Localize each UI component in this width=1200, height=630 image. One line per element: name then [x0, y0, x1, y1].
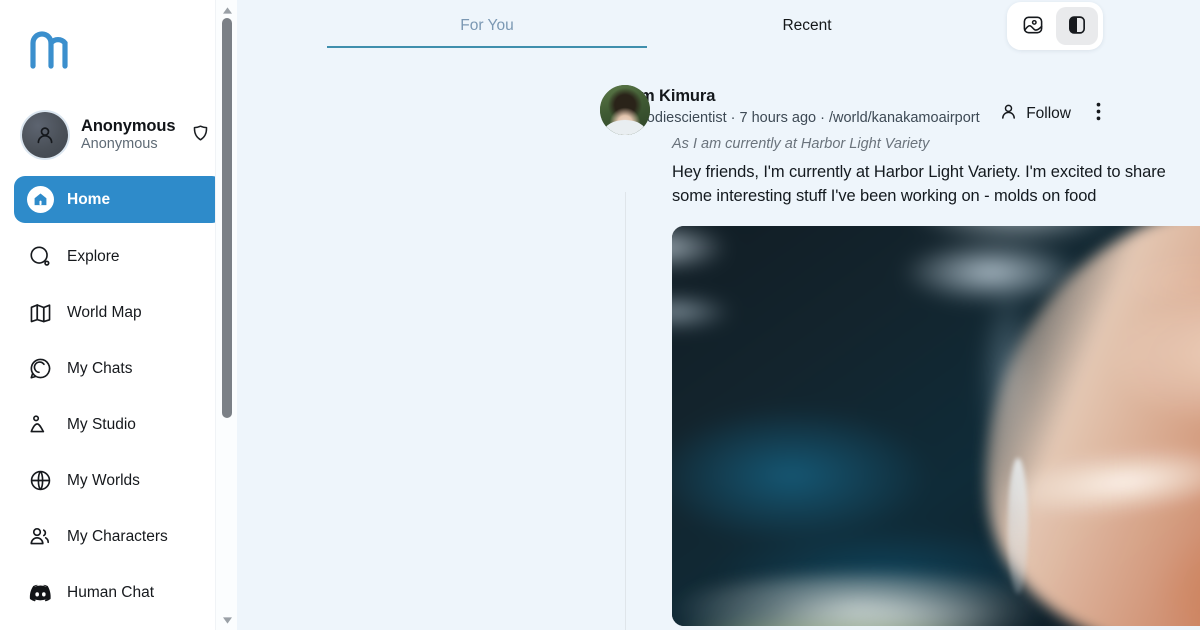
profile-name: Anonymous: [81, 117, 176, 136]
main-content: For You Recent Sam Kimura @foodiescienti…: [237, 0, 1200, 630]
sidebar-scrollbar[interactable]: [215, 0, 237, 630]
discord-icon: [26, 579, 54, 607]
sidebar-item-world-map[interactable]: World Map: [14, 290, 223, 335]
sidebar-item-label: My Characters: [67, 527, 168, 545]
chat-bubble-icon: [26, 355, 54, 383]
person-avatar-icon: [37, 127, 53, 144]
sidebar-item-human-chat[interactable]: Human Chat: [14, 570, 223, 615]
image-icon: [26, 411, 54, 439]
tab-recent[interactable]: Recent: [647, 0, 967, 48]
users-icon: [26, 523, 54, 551]
sidebar-item-home[interactable]: Home: [14, 176, 223, 223]
sidebar-item-label: Home: [67, 190, 111, 208]
sidebar-item-my-chats[interactable]: My Chats: [14, 346, 223, 391]
brand-logo[interactable]: [0, 0, 237, 96]
scroll-up-arrow[interactable]: [216, 2, 237, 18]
sidebar-item-my-studio[interactable]: My Studio: [14, 402, 223, 447]
sidebar-item-my-worlds[interactable]: My Worlds: [14, 458, 223, 503]
shield-icon[interactable]: [192, 124, 209, 147]
post-quote: As I am currently at Harbor Light Variet…: [672, 135, 930, 152]
post-media[interactable]: [672, 226, 1200, 627]
sidebar-item-label: My Worlds: [67, 471, 140, 489]
post-meta: @foodiescientist · 7 hours ago · /world/…: [620, 110, 980, 127]
tab-label: For You: [460, 17, 514, 34]
split-view-button[interactable]: [1056, 7, 1098, 45]
profile-summary[interactable]: Anonymous Anonymous: [0, 104, 237, 166]
home-icon: [26, 186, 54, 214]
image-view-button[interactable]: [1012, 7, 1054, 45]
sidebar-item-label: My Studio: [67, 415, 136, 433]
post-text: Hey friends, I'm currently at Harbor Lig…: [672, 162, 1166, 206]
post-actions: Follow: [999, 100, 1106, 128]
follow-button[interactable]: Follow: [999, 102, 1071, 126]
view-toggle-group: [1007, 2, 1103, 50]
person-add-icon: [999, 102, 1018, 126]
post-body: As I am currently at Harbor Light Variet…: [252, 128, 1200, 209]
author-avatar[interactable]: [600, 85, 650, 135]
tab-for-you[interactable]: For You: [327, 0, 647, 48]
feed-topbar: For You Recent: [237, 0, 1200, 52]
thread-connector: [625, 192, 626, 630]
sidebar-item-explore[interactable]: Explore: [14, 234, 223, 279]
sidebar-item-label: My Chats: [67, 359, 133, 377]
split-view-icon: [1066, 14, 1088, 39]
author-name[interactable]: Sam Kimura: [620, 86, 980, 107]
globe-icon: [26, 467, 54, 495]
post-card: Sam Kimura @foodiescientist · 7 hours ag…: [252, 52, 1200, 630]
app-root: Anonymous Anonymous Home Explore World M…: [0, 0, 1200, 630]
app-logo-icon: [30, 31, 68, 69]
sidebar-item-label: World Map: [67, 303, 142, 321]
map-icon: [26, 299, 54, 327]
follow-label: Follow: [1026, 105, 1071, 122]
profile-handle: Anonymous: [81, 136, 158, 153]
search-icon: [26, 243, 54, 271]
image-view-icon: [1022, 14, 1044, 39]
sidebar-item-label: Explore: [67, 247, 120, 265]
avatar: [22, 112, 68, 158]
sidebar: Anonymous Anonymous Home Explore World M…: [0, 0, 237, 630]
sidebar-item-label: Human Chat: [67, 583, 155, 601]
scrollbar-thumb[interactable]: [222, 18, 232, 418]
tab-label: Recent: [782, 17, 832, 34]
sidebar-item-my-characters[interactable]: My Characters: [14, 514, 223, 559]
scroll-down-arrow[interactable]: [216, 612, 237, 628]
sidebar-nav: Home Explore World Map My Chats My Studi…: [0, 176, 237, 615]
more-vertical-icon[interactable]: [1091, 100, 1106, 128]
post-feed: Sam Kimura @foodiescientist · 7 hours ag…: [237, 52, 1200, 630]
